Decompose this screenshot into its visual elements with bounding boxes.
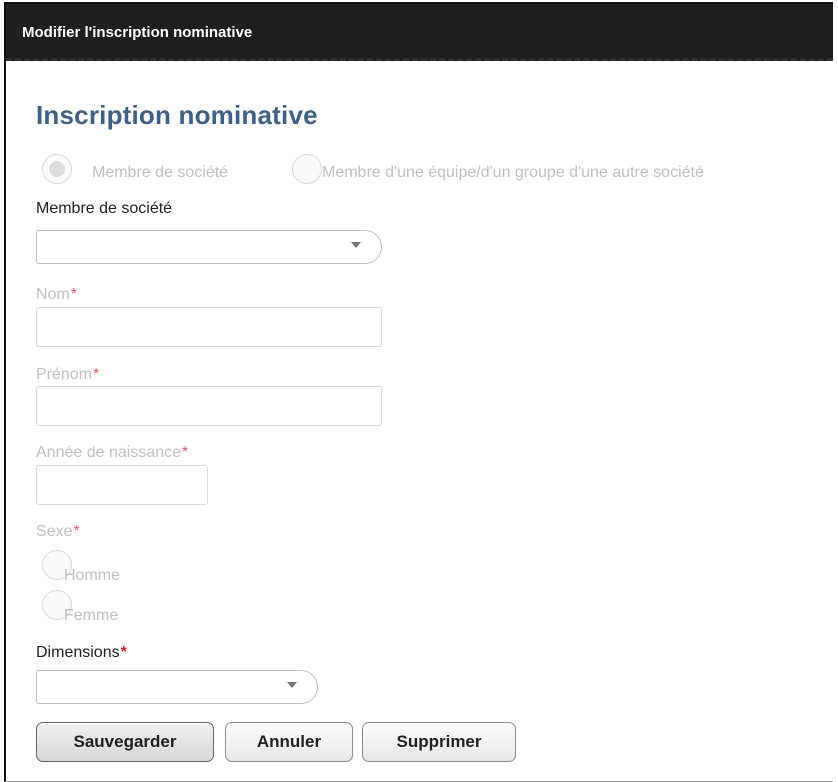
prenom-label-text: Prénom: [36, 366, 93, 383]
dimensions-label-text: Dimensions: [36, 644, 120, 661]
sexe-radio-homme-label: Homme: [64, 567, 121, 584]
nom-required-mark: *: [70, 286, 78, 303]
dimensions-required-mark: *: [120, 644, 127, 661]
dimensions-label: Dimensions*: [36, 644, 127, 662]
chevron-down-icon: [351, 242, 361, 248]
form-heading: Inscription nominative: [36, 100, 318, 130]
save-button[interactable]: Sauvegarder: [36, 722, 214, 762]
prenom-input[interactable]: [36, 386, 382, 426]
dialog-titlebar: Modifier l'inscription nominative: [6, 4, 833, 61]
nom-label: Nom*: [36, 286, 77, 304]
member-type-radio-other-company[interactable]: [292, 154, 322, 184]
member-type-radio-group: Membre de société Membre d'une équipe/d'…: [42, 154, 833, 188]
prenom-required-mark: *: [93, 366, 100, 383]
cancel-button[interactable]: Annuler: [225, 722, 353, 762]
annee-input[interactable]: [36, 465, 208, 505]
dimensions-select-dropdown[interactable]: [36, 670, 318, 704]
annee-label: Année de naissance*: [36, 444, 188, 462]
nom-input[interactable]: [36, 307, 382, 347]
sexe-label-text: Sexe: [36, 523, 73, 540]
sexe-required-mark: *: [73, 523, 80, 540]
delete-button[interactable]: Supprimer: [362, 722, 516, 762]
member-select-label: Membre de société: [36, 200, 173, 217]
sexe-radio-femme-label: Femme: [64, 607, 119, 624]
member-type-radio-company[interactable]: [42, 154, 72, 184]
member-select-dropdown[interactable]: [36, 230, 382, 264]
prenom-label: Prénom*: [36, 366, 99, 384]
member-type-radio-other-company-label: Membre d'une équipe/d'un groupe d'une au…: [322, 164, 704, 181]
sexe-label: Sexe*: [36, 523, 80, 541]
dialog-title: Modifier l'inscription nominative: [22, 24, 253, 41]
annee-label-text: Année de naissance: [36, 444, 181, 461]
member-type-radio-company-label: Membre de société: [92, 164, 229, 181]
chevron-down-icon: [287, 682, 297, 688]
edit-registration-dialog: Modifier l'inscription nominative Inscri…: [4, 2, 833, 782]
nom-label-text: Nom: [36, 286, 70, 303]
annee-required-mark: *: [182, 444, 189, 461]
